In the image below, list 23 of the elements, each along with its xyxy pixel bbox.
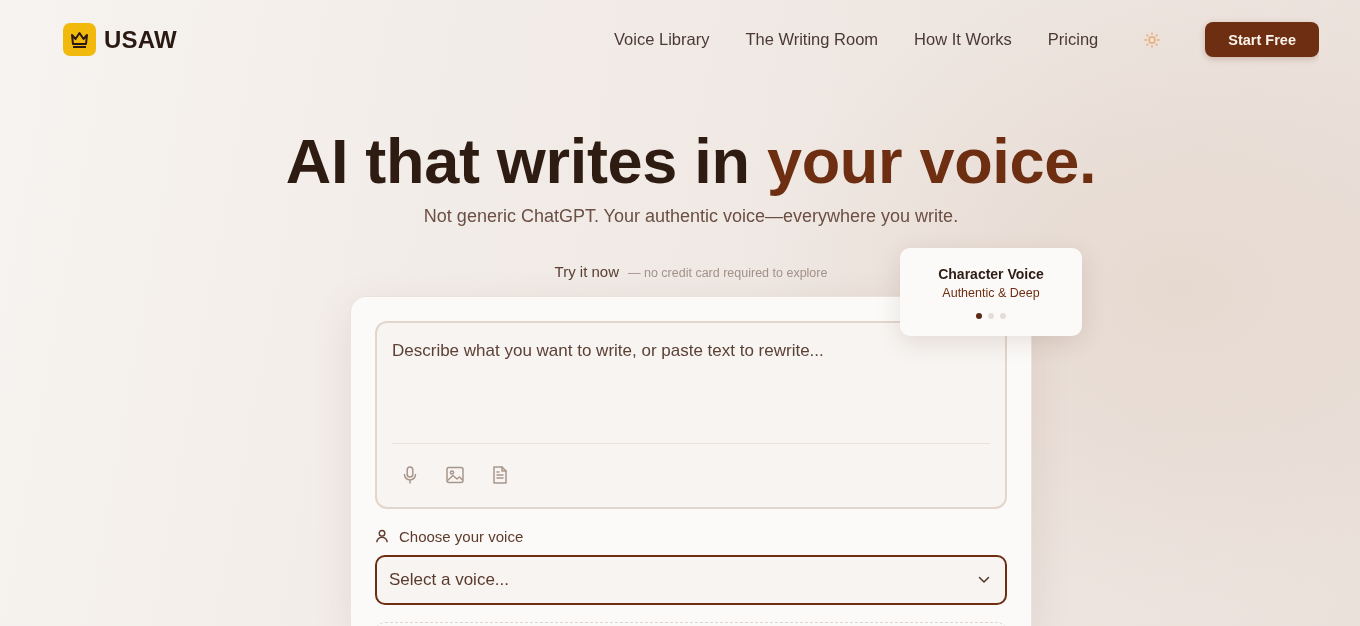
try-it-note: — no credit card required to explore xyxy=(628,265,828,282)
sun-icon[interactable] xyxy=(1144,31,1161,48)
nav-link[interactable]: Pricing xyxy=(1047,30,1099,49)
person-icon xyxy=(375,529,389,543)
try-it-label: Try it now xyxy=(554,262,619,282)
start-free-button[interactable]: Start Free xyxy=(1205,22,1319,57)
prompt-field[interactable]: Describe what you want to write, or paste text to rewrite... xyxy=(375,321,1007,509)
brand-name[interactable]: USAW xyxy=(104,25,177,54)
chevron-down-icon xyxy=(978,576,990,584)
preview-title: Character Voice xyxy=(938,265,1044,283)
preview-subtitle: Authentic & Deep xyxy=(942,285,1040,301)
voice-select-label: Choose your voice xyxy=(399,527,524,545)
crown-logo-icon[interactable] xyxy=(63,23,96,56)
carousel-dot[interactable] xyxy=(976,313,982,319)
nav-link[interactable]: How It Works xyxy=(914,30,1012,49)
hero-subtitle: Not generic ChatGPT. Your authentic voice—everywhere you write. xyxy=(422,205,960,228)
carousel-dot[interactable] xyxy=(988,313,994,319)
voice-select[interactable]: Select a voice... xyxy=(375,555,1007,605)
nav-link[interactable]: Voice Library xyxy=(614,30,710,49)
carousel-dot[interactable] xyxy=(1000,313,1006,319)
document-icon[interactable] xyxy=(490,465,510,485)
image-icon[interactable] xyxy=(445,465,465,485)
nav-link[interactable]: The Writing Room xyxy=(745,30,879,49)
